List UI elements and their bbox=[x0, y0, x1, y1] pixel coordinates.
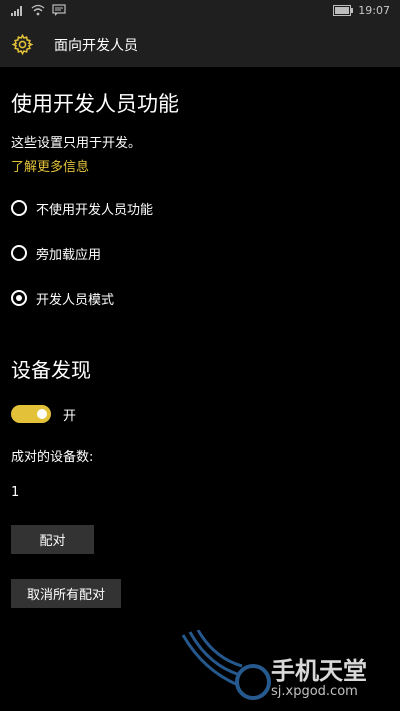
radio-label: 开发人员模式 bbox=[36, 292, 115, 308]
watermark-text: 手机天堂 bbox=[271, 657, 367, 685]
wifi-icon bbox=[31, 4, 45, 16]
radio-button[interactable] bbox=[11, 245, 27, 261]
developer-settings-page: 19:07 面向开发人员 使用开发人员功能 这些设置只用于开发。 了解更多信息 … bbox=[0, 0, 400, 711]
unpair-all-button[interactable]: 取消所有配对 bbox=[11, 579, 121, 608]
page-header: 面向开发人员 bbox=[0, 22, 400, 67]
radio-label: 旁加载应用 bbox=[36, 247, 102, 263]
radio-button-checked[interactable] bbox=[11, 290, 27, 306]
toggle-knob bbox=[37, 409, 47, 419]
radio-option-developer-mode[interactable]: 开发人员模式 bbox=[11, 287, 114, 309]
developer-features-description: 这些设置只用于开发。 bbox=[11, 136, 142, 151]
radio-label: 不使用开发人员功能 bbox=[36, 202, 154, 218]
watermark-url: sj.xpgod.com bbox=[271, 684, 358, 699]
learn-more-link[interactable]: 了解更多信息 bbox=[11, 156, 89, 175]
page-title: 面向开发人员 bbox=[54, 38, 138, 54]
radio-option-sideload[interactable]: 旁加载应用 bbox=[11, 242, 101, 264]
clock: 19:07 bbox=[358, 4, 390, 17]
pair-button[interactable]: 配对 bbox=[11, 525, 94, 554]
gear-icon bbox=[11, 33, 34, 56]
signal-icon bbox=[11, 6, 22, 16]
device-discovery-toggle[interactable] bbox=[11, 405, 51, 423]
paired-devices-count: 1 bbox=[11, 485, 20, 500]
radio-option-off[interactable]: 不使用开发人员功能 bbox=[11, 197, 153, 219]
status-bar: 19:07 bbox=[0, 0, 400, 22]
paired-devices-label: 成对的设备数: bbox=[11, 450, 94, 465]
message-icon bbox=[52, 4, 66, 16]
radio-button[interactable] bbox=[11, 200, 27, 216]
device-discovery-heading: 设备发现 bbox=[11, 358, 91, 382]
battery-icon bbox=[333, 5, 353, 16]
device-discovery-toggle-row[interactable]: 开 bbox=[11, 403, 76, 425]
developer-features-heading: 使用开发人员功能 bbox=[11, 92, 179, 116]
toggle-state-label: 开 bbox=[63, 408, 77, 424]
